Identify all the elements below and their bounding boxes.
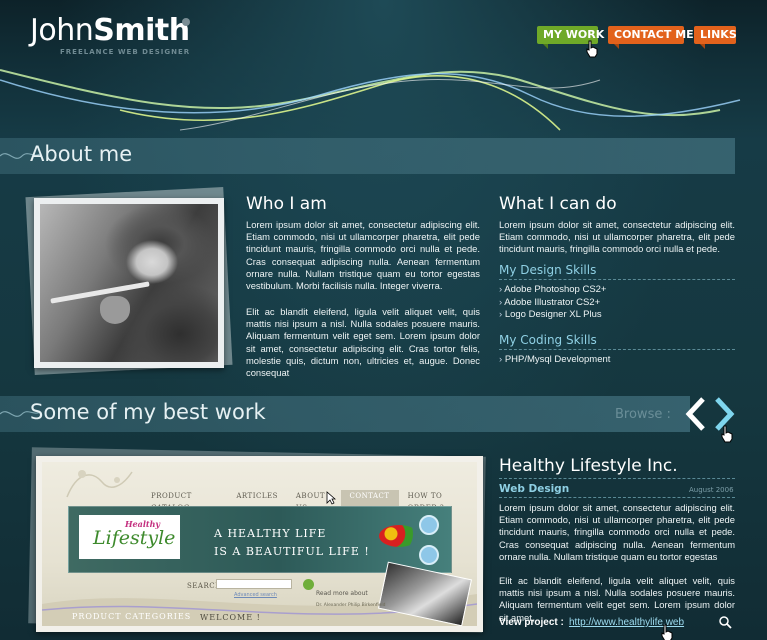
divider bbox=[499, 497, 735, 498]
fruit-icon bbox=[379, 525, 419, 547]
flute-shape bbox=[50, 281, 150, 304]
coding-skills-heading: My Coding Skills bbox=[499, 333, 735, 350]
hand-cursor-icon bbox=[721, 425, 733, 443]
work-search-box bbox=[216, 579, 292, 589]
project-title: Healthy Lifestyle Inc. bbox=[499, 456, 735, 479]
logo-dot-icon bbox=[182, 18, 190, 26]
who-i-am-text-2: Elit ac blandit eleifend, ligula velit a… bbox=[246, 306, 480, 379]
what-i-can-do-title: What I can do bbox=[499, 194, 617, 214]
work-author: Dr. Alexander Philip Birkenfield bbox=[316, 603, 386, 608]
logo[interactable]: JohnSmith FREELANCE WEB DESIGNER bbox=[30, 14, 191, 57]
project-date: August 2006 bbox=[689, 486, 734, 494]
work-categories: PRODUCT CATEGORIES bbox=[72, 612, 192, 621]
main-nav: MY WORK CONTACT ME LINKS bbox=[537, 26, 737, 49]
project-type: Web Design bbox=[499, 483, 570, 495]
header: JohnSmith FREELANCE WEB DESIGNER MY WORK… bbox=[0, 0, 767, 131]
profile-photo bbox=[40, 204, 218, 362]
logo-tagline: FREELANCE WEB DESIGNER bbox=[60, 48, 191, 56]
nav-links-button[interactable]: LINKS bbox=[694, 26, 737, 49]
flourish-icon bbox=[66, 470, 133, 498]
project-text-1: Lorem ipsum dolor sit amet, consectetur … bbox=[499, 502, 735, 562]
browse-prev-arrow-icon[interactable] bbox=[683, 397, 707, 431]
clock-icon bbox=[419, 545, 439, 565]
work-logo-box: Healthy Lifestyle bbox=[79, 515, 180, 559]
arrow-cursor-icon bbox=[326, 491, 336, 505]
work-section-title: Some of my best work bbox=[30, 400, 266, 424]
header-light-waves bbox=[0, 69, 741, 131]
clock-icon bbox=[419, 515, 439, 535]
profile-photo-frame bbox=[34, 198, 224, 368]
work-welcome: WELCOME ! bbox=[200, 613, 261, 622]
hand-shape bbox=[100, 296, 130, 324]
logo-name-bold: Smith bbox=[93, 13, 190, 48]
design-skills-heading: My Design Skills bbox=[499, 263, 735, 280]
work-slogan-1: A HEALTHY LIFE bbox=[214, 527, 327, 540]
browse-label: Browse : bbox=[615, 407, 671, 422]
work-logo-main: Lifestyle bbox=[93, 527, 176, 549]
list-item: Adobe Photoshop CS2+ bbox=[499, 284, 606, 297]
work-advanced-search: Advanced search bbox=[234, 592, 277, 598]
work-screenshot: PRODUCT CATALOG ARTICLES ABOUT US CONTAC… bbox=[42, 462, 477, 626]
work-section-bar: Some of my best work bbox=[0, 396, 690, 432]
about-section-bar: About me bbox=[0, 138, 735, 174]
list-item: PHP/Mysql Development bbox=[499, 354, 611, 367]
list-item: Logo Designer XL Plus bbox=[499, 309, 607, 322]
nav-contact-me-button[interactable]: CONTACT ME bbox=[608, 26, 694, 49]
about-section-title: About me bbox=[30, 142, 133, 166]
who-i-am-text-1: Lorem ipsum dolor sit amet, consectetur … bbox=[246, 219, 480, 292]
work-screenshot-frame[interactable]: PRODUCT CATALOG ARTICLES ABOUT US CONTAC… bbox=[36, 456, 483, 632]
page: JohnSmith FREELANCE WEB DESIGNER MY WORK… bbox=[0, 0, 767, 640]
zoom-icon[interactable] bbox=[718, 615, 732, 629]
work-read-more: Read more about bbox=[316, 590, 368, 597]
logo-name-light: John bbox=[30, 13, 94, 48]
coding-skills-list: PHP/Mysql Development bbox=[499, 354, 611, 367]
work-search-go-icon bbox=[303, 579, 314, 590]
work-slogan-2: IS A BEAUTIFUL LIFE ! bbox=[214, 545, 370, 558]
design-skills-list: Adobe Photoshop CS2+ Adobe Illustrator C… bbox=[499, 284, 607, 322]
who-i-am-title: Who I am bbox=[246, 194, 327, 214]
logo-name: JohnSmith bbox=[30, 14, 190, 48]
hand-cursor-icon bbox=[586, 40, 598, 58]
what-i-can-do-text: Lorem ipsum dolor sit amet, consectetur … bbox=[499, 219, 735, 255]
list-item: Adobe Illustrator CS2+ bbox=[499, 297, 607, 310]
view-project-label: View project : bbox=[499, 617, 564, 628]
hand-cursor-icon bbox=[661, 624, 673, 640]
